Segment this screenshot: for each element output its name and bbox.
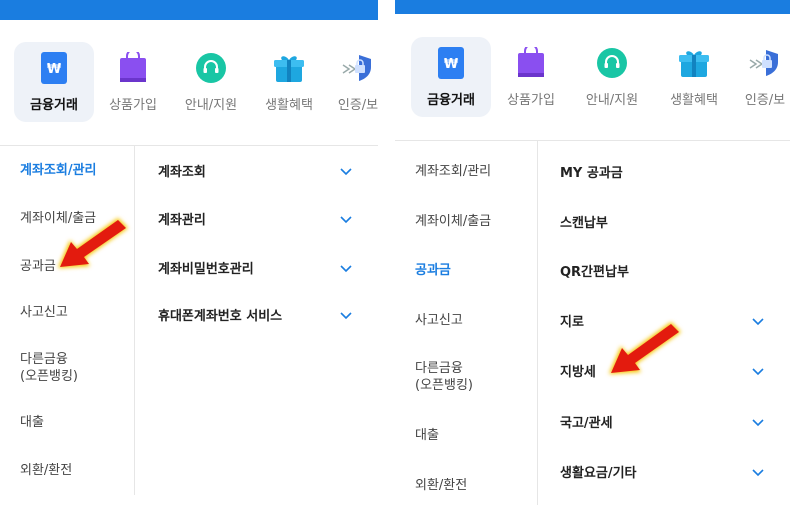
sub-item-account-inquiry[interactable]: 계좌조회 xyxy=(158,161,206,180)
nav-item-utility-bills[interactable]: 공과금 xyxy=(20,258,56,275)
category-auth[interactable]: 인증/보 xyxy=(328,42,378,122)
nav-item-forex[interactable]: 외환/환전 xyxy=(20,462,72,479)
top-header-bar xyxy=(395,0,790,14)
category-label: 안내/지원 xyxy=(585,93,639,108)
gift-icon xyxy=(272,51,306,85)
category-bar: ₩ 금융거래 상품가입 안내/지원 생활혜택 인증/보 xyxy=(0,42,378,142)
sub-item-my-bills[interactable]: MY 공과금 xyxy=(560,162,623,181)
category-label: 금융거래 xyxy=(30,98,78,113)
category-support[interactable]: 안내/지원 xyxy=(571,37,653,117)
nav-item-account-inquiry[interactable]: 계좌조회/관리 xyxy=(20,162,97,179)
category-label: 생활혜택 xyxy=(670,93,718,108)
chevron-down-icon[interactable] xyxy=(339,215,353,225)
category-label: 상품가입 xyxy=(109,98,157,113)
chevron-down-icon[interactable] xyxy=(751,367,765,377)
category-support[interactable]: 안내/지원 xyxy=(172,42,250,122)
chevron-down-icon[interactable] xyxy=(339,167,353,177)
category-label: 인증/보 xyxy=(744,93,786,108)
chevron-down-icon[interactable] xyxy=(751,317,765,327)
nav-item-transfer[interactable]: 계좌이체/출금 xyxy=(415,213,491,230)
sub-item-account-manage[interactable]: 계좌관리 xyxy=(158,209,206,228)
category-products[interactable]: 상품가입 xyxy=(94,42,172,122)
sub-item-phone-account[interactable]: 휴대폰계좌번호 서비스 xyxy=(158,305,282,324)
category-label: 생활혜택 xyxy=(265,98,313,113)
category-label: 안내/지원 xyxy=(184,98,238,113)
sub-item-utilities-etc[interactable]: 생활요금/기타 xyxy=(560,462,637,481)
chevron-down-icon[interactable] xyxy=(751,418,765,428)
shield-lock-icon xyxy=(748,46,782,80)
sub-item-national-customs[interactable]: 국고/관세 xyxy=(560,412,613,431)
svg-text:₩: ₩ xyxy=(47,62,62,77)
top-header-bar xyxy=(0,0,378,20)
right-screenshot-panel: ₩ 금융거래 상품가입 안내/지원 생활혜택 인증/보 계좌조회/관리 계좌이체… xyxy=(395,0,790,505)
category-benefits[interactable]: 생활혜택 xyxy=(250,42,328,122)
category-products[interactable]: 상품가입 xyxy=(491,37,571,117)
category-benefits[interactable]: 생활혜택 xyxy=(653,37,735,117)
won-card-icon: ₩ xyxy=(37,51,71,85)
sub-item-giro[interactable]: 지로 xyxy=(560,311,584,330)
headset-icon xyxy=(595,46,629,80)
headset-icon xyxy=(194,51,228,85)
shield-lock-icon xyxy=(341,51,375,85)
category-label: 인증/보 xyxy=(337,98,378,113)
nav-item-utility-bills[interactable]: 공과금 xyxy=(415,262,451,279)
left-nav: 계좌조회/관리 계좌이체/출금 공과금 사고신고 다른금융 (오픈뱅킹) 대출 … xyxy=(0,146,135,495)
chevron-down-icon[interactable] xyxy=(339,311,353,321)
red-pointer-arrow xyxy=(58,218,128,268)
category-label: 금융거래 xyxy=(427,93,475,108)
shopping-bag-icon xyxy=(514,46,548,80)
chevron-down-icon[interactable] xyxy=(751,468,765,478)
sub-item-password-manage[interactable]: 계좌비밀번호관리 xyxy=(158,258,254,277)
svg-text:₩: ₩ xyxy=(444,57,459,72)
nav-item-loan[interactable]: 대출 xyxy=(20,414,44,431)
sub-item-qr-pay[interactable]: QR간편납부 xyxy=(560,261,629,280)
category-label: 상품가입 xyxy=(507,93,555,108)
nav-item-incident-report[interactable]: 사고신고 xyxy=(20,304,68,321)
nav-item-open-banking[interactable]: 다른금융 (오픈뱅킹) xyxy=(415,360,473,394)
nav-item-forex[interactable]: 외환/환전 xyxy=(415,477,467,494)
category-finance[interactable]: ₩ 금융거래 xyxy=(411,37,491,117)
nav-item-open-banking[interactable]: 다른금융 (오픈뱅킹) xyxy=(20,351,78,385)
category-auth[interactable]: 인증/보 xyxy=(735,37,790,117)
left-screenshot-panel: ₩ 금융거래 상품가입 안내/지원 생활혜택 인증/보 계좌조회/관리 계좌이체… xyxy=(0,0,378,495)
category-finance[interactable]: ₩ 금융거래 xyxy=(14,42,94,122)
left-nav: 계좌조회/관리 계좌이체/출금 공과금 사고신고 다른금융 (오픈뱅킹) 대출 … xyxy=(395,141,538,505)
sub-item-scan-pay[interactable]: 스캔납부 xyxy=(560,212,608,231)
chevron-down-icon[interactable] xyxy=(339,264,353,274)
gift-icon xyxy=(677,46,711,80)
nav-item-account-inquiry[interactable]: 계좌조회/관리 xyxy=(415,163,491,180)
red-pointer-arrow xyxy=(609,322,681,374)
nav-item-incident-report[interactable]: 사고신고 xyxy=(415,312,463,329)
won-card-icon: ₩ xyxy=(434,46,468,80)
sub-item-local-tax[interactable]: 지방세 xyxy=(560,361,596,380)
nav-item-loan[interactable]: 대출 xyxy=(415,427,439,444)
category-bar: ₩ 금융거래 상품가입 안내/지원 생활혜택 인증/보 xyxy=(395,37,790,137)
shopping-bag-icon xyxy=(116,51,150,85)
